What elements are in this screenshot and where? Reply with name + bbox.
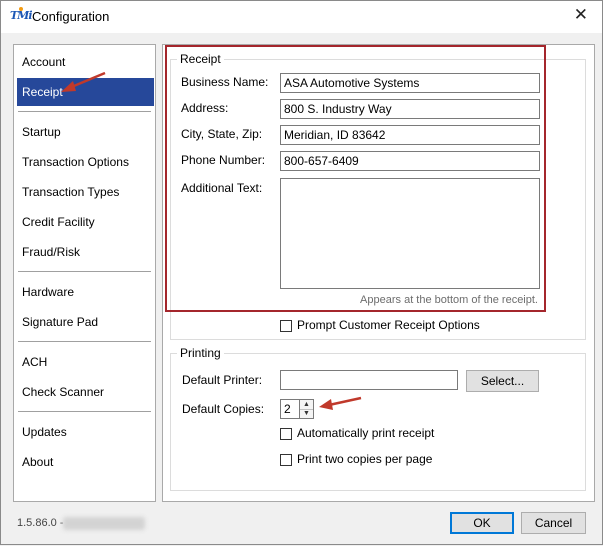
auto-print-checkbox[interactable]	[280, 428, 292, 440]
nav-item-hardware[interactable]: Hardware	[17, 278, 154, 306]
nav-item-account[interactable]: Account	[17, 48, 154, 76]
close-icon[interactable]: ✕	[574, 5, 588, 25]
select-printer-button[interactable]: Select...	[466, 370, 539, 392]
additional-text-area[interactable]	[280, 178, 540, 289]
printing-group: Printing Default Printer: Select... Defa…	[170, 346, 586, 491]
window-title: Configuration	[32, 9, 110, 24]
version-label: 1.5.86.0 -	[17, 517, 64, 529]
auto-print-label: Automatically print receipt	[297, 426, 435, 440]
business-name-label: Business Name:	[181, 75, 269, 89]
nav-item-transaction-types[interactable]: Transaction Types	[17, 178, 154, 206]
city-state-zip-field[interactable]: Meridian, ID 83642	[280, 125, 540, 145]
nav-item-transaction-options[interactable]: Transaction Options	[17, 148, 154, 176]
two-copies-label: Print two copies per page	[297, 452, 433, 466]
address-label: Address:	[181, 101, 229, 115]
nav-item-about[interactable]: About	[17, 448, 154, 476]
additional-text-hint: Appears at the bottom of the receipt.	[360, 294, 538, 306]
copies-spinner: ▲ ▼	[300, 399, 314, 419]
nav-item-check-scanner[interactable]: Check Scanner	[17, 378, 154, 406]
printing-group-title: Printing	[177, 346, 224, 360]
address-field[interactable]: 800 S. Industry Way	[280, 99, 540, 119]
city-state-zip-label: City, State, Zip:	[181, 127, 263, 141]
configuration-window: TMi Configuration ✕ Account Receipt Star…	[0, 0, 603, 545]
default-copies-field[interactable]: 2	[280, 399, 300, 419]
nav-item-startup[interactable]: Startup	[17, 118, 154, 146]
prompt-options-label: Prompt Customer Receipt Options	[297, 318, 480, 332]
default-copies-label: Default Copies:	[182, 402, 265, 416]
nav-item-fraud-risk[interactable]: Fraud/Risk	[17, 238, 154, 266]
nav-divider	[18, 411, 151, 412]
prompt-options-checkbox[interactable]	[280, 320, 292, 332]
spin-down-icon[interactable]: ▼	[300, 409, 313, 418]
default-printer-field[interactable]	[280, 370, 458, 390]
receipt-settings-panel: Receipt Business Name: ASA Automotive Sy…	[162, 44, 595, 502]
nav-item-ach[interactable]: ACH	[17, 348, 154, 376]
nav-divider	[18, 341, 151, 342]
receipt-group-title: Receipt	[177, 52, 224, 66]
receipt-group: Receipt Business Name: ASA Automotive Sy…	[170, 52, 586, 340]
nav-item-updates[interactable]: Updates	[17, 418, 154, 446]
settings-nav: Account Receipt Startup Transaction Opti…	[13, 44, 156, 502]
phone-number-field[interactable]: 800-657-6409	[280, 151, 540, 171]
app-logo-icon: TMi	[10, 7, 33, 22]
additional-text-label: Additional Text:	[181, 181, 263, 195]
business-name-field[interactable]: ASA Automotive Systems	[280, 73, 540, 93]
nav-item-credit-facility[interactable]: Credit Facility	[17, 208, 154, 236]
nav-divider	[18, 111, 151, 112]
title-bar: TMi Configuration ✕	[1, 1, 602, 33]
ok-button[interactable]: OK	[450, 512, 514, 534]
two-copies-checkbox[interactable]	[280, 454, 292, 466]
redacted-serial	[63, 517, 145, 530]
default-printer-label: Default Printer:	[182, 373, 263, 387]
nav-item-signature-pad[interactable]: Signature Pad	[17, 308, 154, 336]
phone-number-label: Phone Number:	[181, 153, 266, 167]
cancel-button[interactable]: Cancel	[521, 512, 586, 534]
nav-item-receipt[interactable]: Receipt	[17, 78, 154, 106]
nav-divider	[18, 271, 151, 272]
